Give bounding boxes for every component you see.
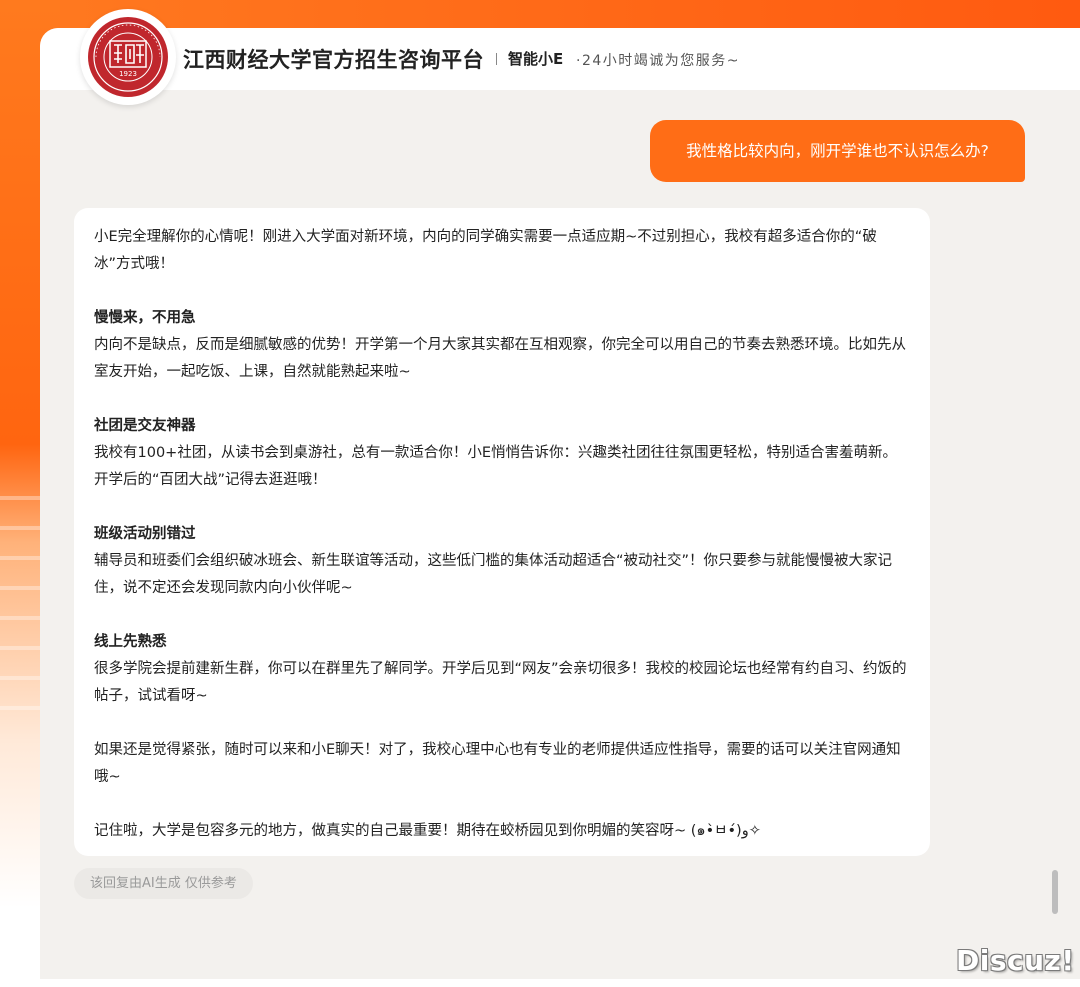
section-heading: 慢慢来，不用急 <box>94 310 196 326</box>
seal-year: 1923 <box>119 70 137 78</box>
header-bar: 江西财经大学官方招生咨询平台 智能小E ·24小时竭诚为您服务~ <box>40 28 1080 90</box>
university-seal-graphic: 1923 <box>88 17 168 97</box>
brand-name: 智能小E <box>508 50 564 68</box>
section-body: 内向不是缺点，反而是细腻敏感的优势！开学第一个月大家其实都在互相观察，你完全可以… <box>94 337 906 380</box>
ai-disclaimer-badge: 该回复由AI生成 仅供参考 <box>74 868 253 899</box>
answer-intro: 小E完全理解你的心情呢！刚进入大学面对新环境，内向的同学确实需要一点适应期~不过… <box>94 229 877 272</box>
section-heading: 线上先熟悉 <box>94 634 167 650</box>
scrollbar-thumb[interactable] <box>1052 870 1058 914</box>
section-body: 很多学院会提前建新生群，你可以在群里先了解同学。开学后见到“网友”会亲切很多！我… <box>94 661 907 704</box>
assistant-answer-bubble: 小E完全理解你的心情呢！刚进入大学面对新环境，内向的同学确实需要一点适应期~不过… <box>74 208 930 856</box>
section-body: 辅导员和班委们会组织破冰班会、新生联谊等活动，这些低门槛的集体活动超适合“被动社… <box>94 553 893 596</box>
section-heading: 班级活动别错过 <box>94 526 196 542</box>
discuz-watermark: Discuz! <box>956 944 1075 977</box>
footer-bar <box>40 979 1080 987</box>
service-slogan: ·24小时竭诚为您服务~ <box>576 53 740 69</box>
chat-panel: 江西财经大学官方招生咨询平台 智能小E ·24小时竭诚为您服务~ 我性格比较内向… <box>40 28 1080 987</box>
answer-closing-advice: 如果还是觉得紧张，随时可以来和小E聊天！对了，我校心理中心也有专业的老师提供适应… <box>94 742 901 785</box>
left-background-stripes <box>0 470 40 730</box>
answer-closing-wish: 记住啦，大学是包容多元的地方，做真实的自己最重要！期待在蛟桥园见到你明媚的笑容呀… <box>94 823 761 839</box>
university-seal-icon: 1923 <box>80 9 176 105</box>
section-heading: 社团是交友神器 <box>94 418 196 434</box>
section-body: 我校有100+社团，从读书会到桌游社，总有一款适合你！小E悄悄告诉你：兴趣类社团… <box>94 445 897 488</box>
header-divider <box>496 53 497 65</box>
page-title: 江西财经大学官方招生咨询平台 <box>183 48 484 72</box>
user-message-bubble: 我性格比较内向，刚开学谁也不认识怎么办? <box>650 120 1025 182</box>
